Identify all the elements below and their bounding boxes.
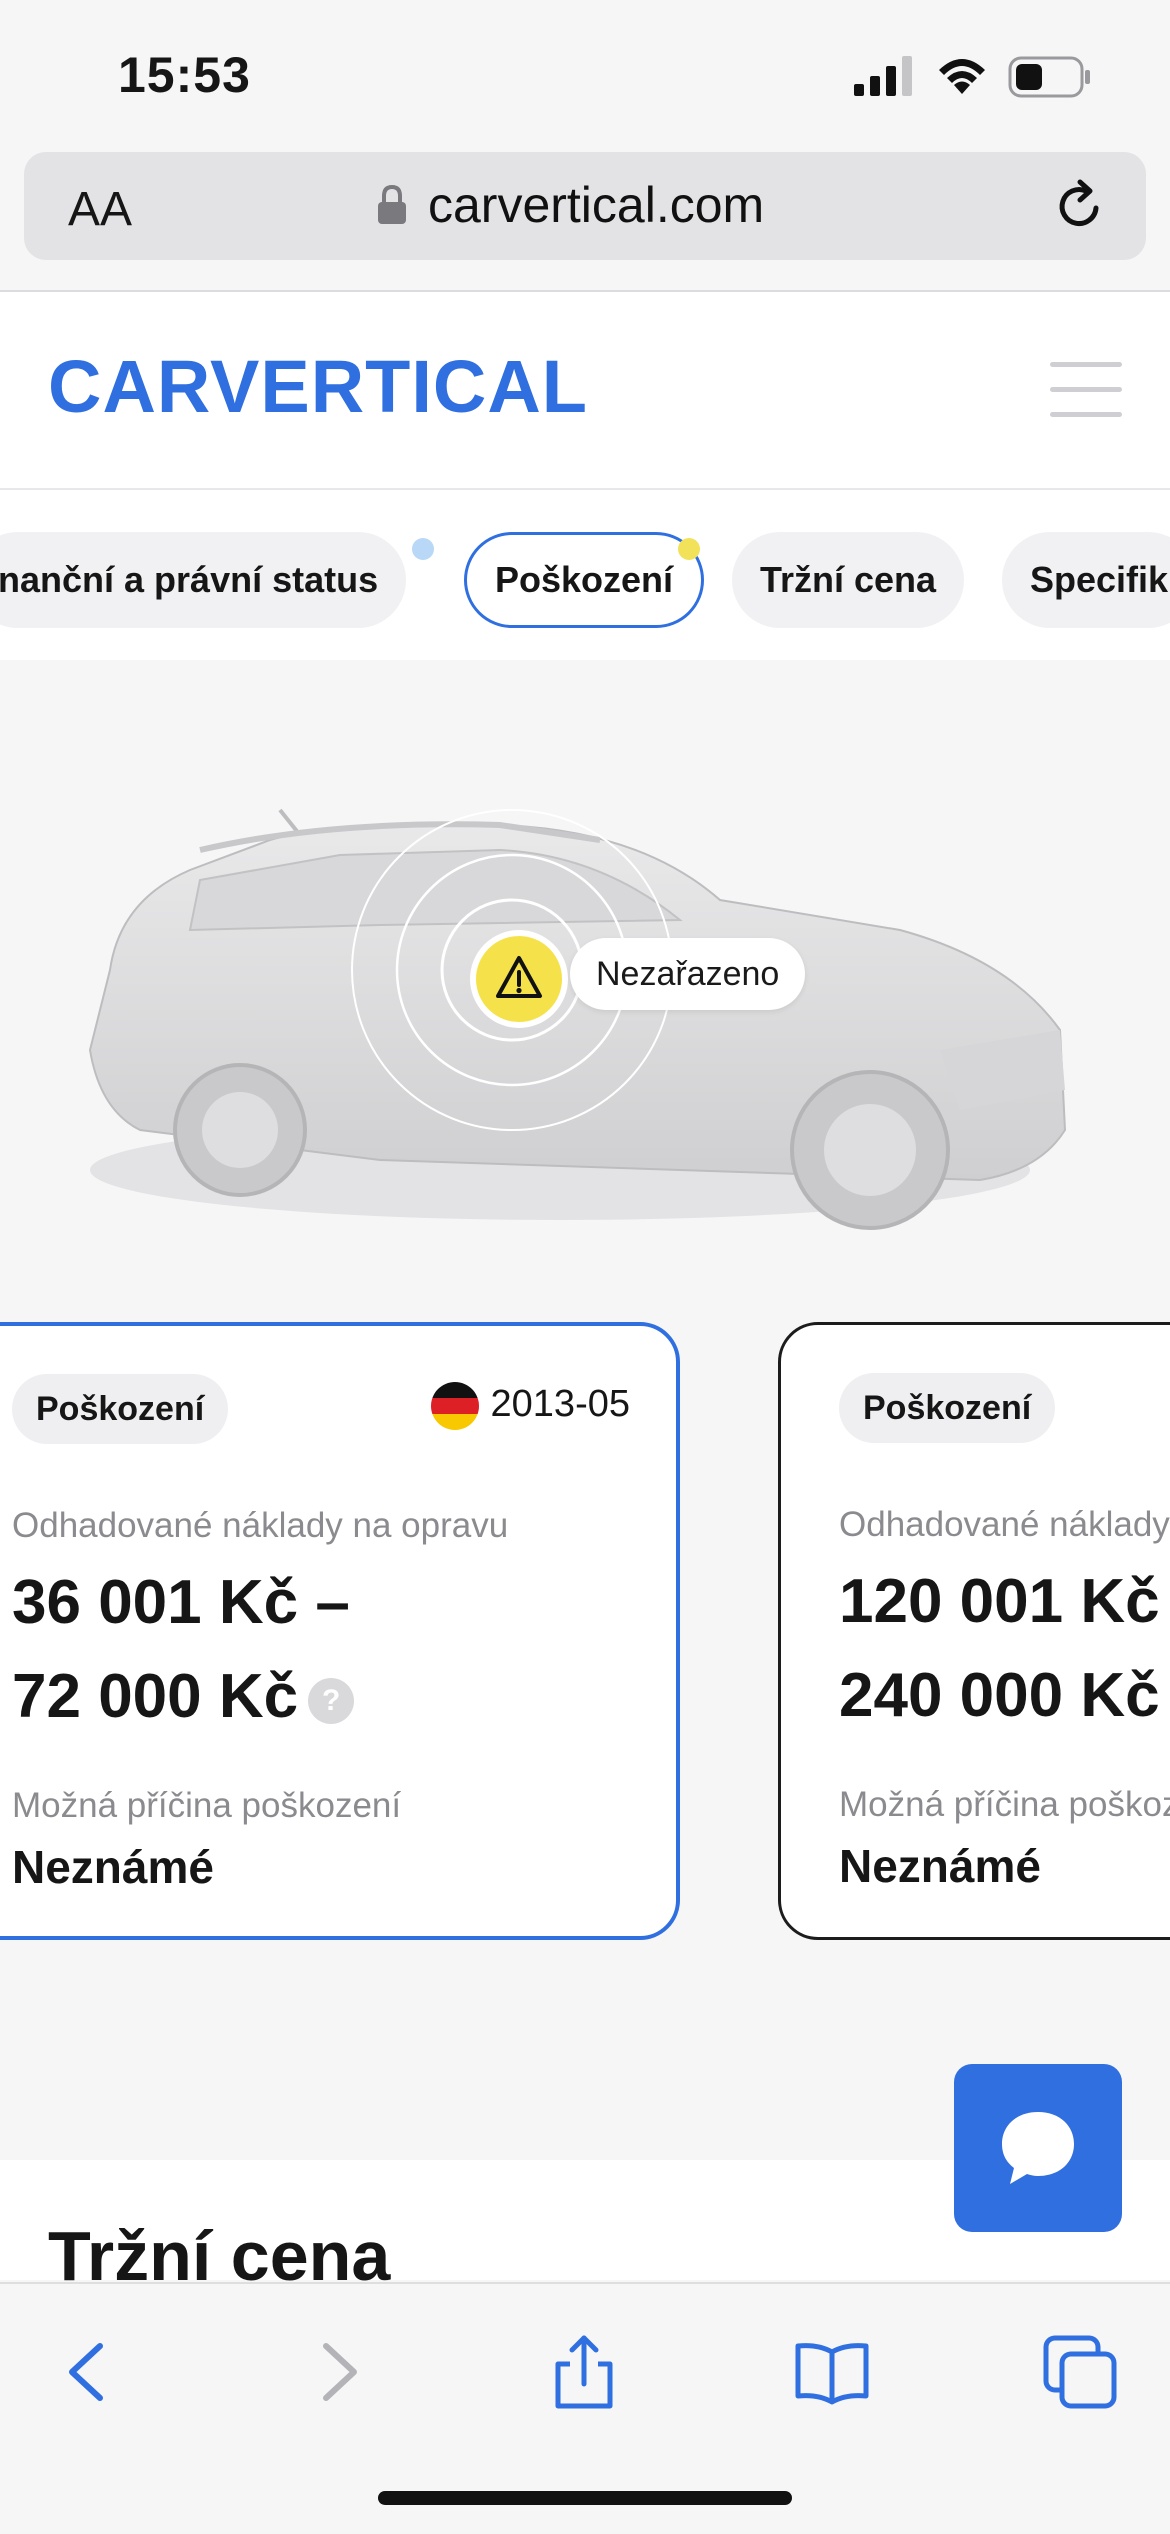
lock-icon bbox=[378, 184, 406, 224]
germany-flag-icon bbox=[430, 1382, 479, 1430]
repair-cost-label: Odhadované náklady na opravu bbox=[839, 1505, 1170, 1544]
hamburger-menu-icon[interactable] bbox=[1050, 362, 1122, 418]
tab-damage[interactable]: Poškození bbox=[464, 532, 705, 628]
damage-cause-label: Možná příčina poškození bbox=[839, 1785, 1170, 1824]
repair-cost-max-row: 72 000 Kč? bbox=[12, 1660, 355, 1734]
repair-cost-label: Odhadované náklady na opravu bbox=[12, 1506, 509, 1545]
help-icon[interactable]: ? bbox=[308, 1677, 355, 1724]
tab-label: Poškození bbox=[495, 559, 674, 600]
chat-bubble-icon bbox=[1002, 2112, 1074, 2184]
damage-date: 2013-05 bbox=[430, 1382, 630, 1430]
address-bar[interactable]: AA carvertical.com bbox=[24, 152, 1146, 260]
tab-label: nanční a právní status bbox=[0, 559, 379, 600]
reader-text-size-button[interactable]: AA bbox=[68, 182, 132, 237]
warning-icon bbox=[496, 956, 542, 998]
reload-icon[interactable] bbox=[1052, 178, 1108, 234]
damage-badge: Poškození bbox=[839, 1373, 1056, 1443]
repair-cost-min: 36 001 Kč – bbox=[12, 1568, 350, 1637]
status-time: 15:53 bbox=[118, 47, 251, 103]
car-damage-illustration: Nezařazeno bbox=[0, 660, 1170, 1300]
tab-specifications[interactable]: Specifik bbox=[1002, 532, 1170, 628]
damage-marker[interactable] bbox=[470, 930, 568, 1028]
report-section-tabs: nanční a právní status Poškození Tržní c… bbox=[0, 490, 1170, 660]
tab-financial-legal-status[interactable]: nanční a právní status bbox=[0, 532, 407, 628]
status-bar: 15:53 bbox=[0, 0, 1170, 150]
tab-market-price[interactable]: Tržní cena bbox=[732, 532, 965, 628]
back-icon[interactable] bbox=[48, 2332, 128, 2412]
tabs-icon[interactable] bbox=[1040, 2332, 1120, 2412]
tab-label: Specifik bbox=[1030, 559, 1169, 600]
cellular-signal-icon bbox=[854, 56, 912, 96]
damage-cause-value: Neznámé bbox=[12, 1841, 214, 1893]
tab-notification-dot bbox=[412, 538, 434, 560]
damage-badge: Poškození bbox=[12, 1374, 229, 1444]
repair-cost-max: 240 000 Kč bbox=[839, 1661, 1160, 1730]
forward-icon[interactable] bbox=[298, 2332, 378, 2412]
damage-cause-label: Možná příčina poškození bbox=[12, 1786, 402, 1825]
carvertical-logo[interactable]: CARVERTICAL bbox=[48, 344, 588, 429]
damage-cause-value: Neznámé bbox=[839, 1840, 1041, 1892]
url-text[interactable]: carvertical.com bbox=[428, 176, 764, 234]
chat-button[interactable] bbox=[954, 2064, 1122, 2232]
share-icon[interactable] bbox=[544, 2332, 624, 2412]
site-header: CARVERTICAL bbox=[0, 292, 1170, 490]
home-indicator bbox=[378, 2491, 792, 2505]
repair-cost-min: 120 001 Kč – bbox=[839, 1567, 1170, 1636]
battery-icon bbox=[1008, 56, 1090, 98]
damage-card[interactable]: Poškození 2013-05 Odhadované náklady na … bbox=[0, 1322, 680, 1940]
damage-card[interactable]: Poškození Odhadované náklady na opravu 1… bbox=[778, 1322, 1170, 1940]
repair-cost-max: 72 000 Kč bbox=[12, 1662, 299, 1731]
bookmarks-icon[interactable] bbox=[792, 2332, 872, 2412]
damage-cards-carousel[interactable]: Poškození 2013-05 Odhadované náklady na … bbox=[0, 1300, 1170, 1990]
wifi-icon bbox=[939, 59, 985, 94]
damage-marker-label: Nezařazeno bbox=[570, 938, 806, 1010]
tab-notification-dot bbox=[678, 538, 700, 560]
tab-label: Tržní cena bbox=[760, 559, 937, 600]
damage-date-text: 2013-05 bbox=[490, 1383, 630, 1426]
